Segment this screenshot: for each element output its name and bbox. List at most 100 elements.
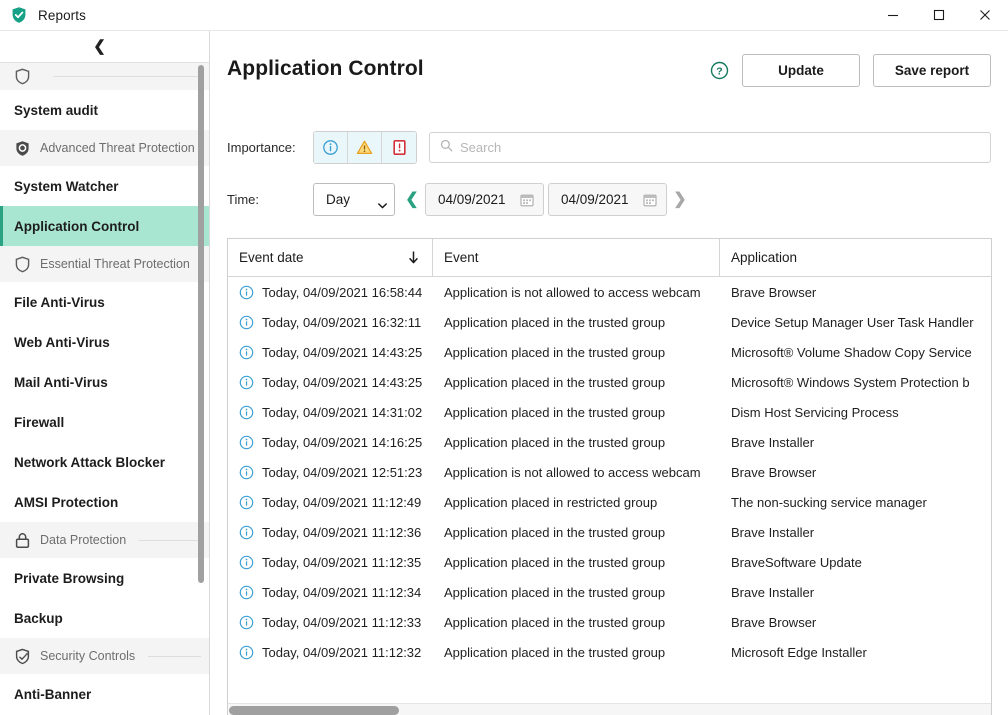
period-select[interactable]: DayWeekMonthYearAll	[313, 183, 395, 216]
sidebar-category-label: Data Protection	[40, 533, 127, 547]
chevron-left-icon: ❮	[93, 38, 106, 55]
cell-application: Microsoft® Volume Shadow Copy Service	[731, 344, 972, 360]
sidebar-item-application-control[interactable]: Application Control	[0, 206, 209, 246]
sidebar-collapse-button[interactable]: ❮	[0, 31, 209, 63]
cell-event-date: Today, 04/09/2021 11:12:33	[228, 615, 433, 630]
table-horizontal-scrollbar-thumb[interactable]	[229, 706, 399, 715]
prev-period-button[interactable]: ❮	[401, 185, 423, 215]
column-header-application[interactable]: Application	[720, 239, 991, 276]
event-date-text: Today, 04/09/2021 11:12:36	[262, 524, 422, 540]
date-to-field[interactable]: 04/09/2021	[548, 183, 667, 216]
sidebar-item-label: Backup	[14, 610, 63, 626]
event-date-text: Today, 04/09/2021 11:12:32	[262, 644, 422, 660]
minimize-button[interactable]	[870, 0, 916, 31]
info-circle-icon	[239, 315, 254, 330]
column-header-event-date[interactable]: Event date	[228, 239, 433, 276]
cell-event: Application is not allowed to access web…	[444, 464, 701, 480]
table-row[interactable]: Today, 04/09/2021 11:12:35 Application pl…	[228, 547, 991, 577]
table-row[interactable]: Today, 04/09/2021 11:12:36 Application pl…	[228, 517, 991, 547]
sidebar-scrollbar[interactable]	[198, 63, 207, 715]
column-header-label: Event date	[239, 250, 304, 265]
event-date-text: Today, 04/09/2021 14:31:02	[262, 404, 423, 420]
table-row[interactable]: Today, 04/09/2021 12:51:23 Application is…	[228, 457, 991, 487]
table-horizontal-scrollbar[interactable]	[228, 703, 991, 715]
table-row[interactable]: Today, 04/09/2021 14:43:25 Application pl…	[228, 337, 991, 367]
table-header-row: Event date Event Application	[228, 239, 991, 277]
sidebar-item-amsi-protection[interactable]: AMSI Protection	[0, 482, 209, 522]
maximize-button[interactable]	[916, 0, 962, 31]
table-row[interactable]: Today, 04/09/2021 14:43:25 Application pl…	[228, 367, 991, 397]
close-button[interactable]	[962, 0, 1008, 31]
info-circle-icon	[239, 645, 254, 660]
table-row[interactable]: Today, 04/09/2021 16:32:11 Application pl…	[228, 307, 991, 337]
time-filter-row: Time: DayWeekMonthYearAll ❮ 04/09/2021	[227, 183, 691, 216]
sidebar-item-private-browsing[interactable]: Private Browsing	[0, 558, 209, 598]
cell-event: Application placed in the trusted group	[444, 614, 666, 630]
date-to-value: 04/09/2021	[561, 192, 629, 207]
cell-event-date: Today, 04/09/2021 14:43:25	[228, 345, 433, 360]
info-circle-icon	[239, 345, 254, 360]
table-row[interactable]: Today, 04/09/2021 11:12:34 Application pl…	[228, 577, 991, 607]
cell-event: Application placed in the trusted group	[444, 374, 666, 390]
event-date-text: Today, 04/09/2021 14:16:25	[262, 434, 423, 450]
sidebar-item-file-anti-virus[interactable]: File Anti-Virus	[0, 282, 209, 322]
table-row[interactable]: Today, 04/09/2021 14:16:25 Application pl…	[228, 427, 991, 457]
search-icon	[440, 139, 453, 157]
critical-filter-button[interactable]	[382, 132, 416, 163]
window-titlebar: Reports	[0, 0, 1008, 31]
table-row[interactable]: Today, 04/09/2021 16:58:44 Application is…	[228, 277, 991, 307]
cell-event-date: Today, 04/09/2021 14:43:25	[228, 375, 433, 390]
warning-filter-button[interactable]	[348, 132, 382, 163]
calendar-icon[interactable]	[643, 193, 657, 207]
importance-label: Importance:	[227, 140, 296, 155]
sidebar-item-mail-anti-virus[interactable]: Mail Anti-Virus	[0, 362, 209, 402]
sidebar-category	[0, 63, 209, 90]
shield-icon	[14, 68, 31, 85]
cell-event-date: Today, 04/09/2021 11:12:36	[228, 525, 433, 540]
sidebar-item-label: Network Attack Blocker	[14, 454, 166, 470]
search-field[interactable]	[429, 132, 991, 163]
sidebar-item-label: System Watcher	[14, 178, 119, 194]
help-circle-icon[interactable]: ?	[710, 61, 729, 80]
search-input[interactable]	[460, 133, 980, 162]
sidebar-category: Essential Threat Protection	[0, 246, 209, 282]
info-filter-button[interactable]	[314, 132, 348, 163]
sidebar-item-label: Anti-Banner	[14, 686, 92, 702]
sidebar-item-web-anti-virus[interactable]: Web Anti-Virus	[0, 322, 209, 362]
cell-event: Application placed in the trusted group	[444, 524, 666, 540]
next-period-button[interactable]: ❯	[669, 185, 691, 215]
cell-event: Application placed in restricted group	[444, 494, 658, 510]
sidebar-item-network-attack-blocker[interactable]: Network Attack Blocker	[0, 442, 209, 482]
update-button[interactable]: Update	[742, 54, 860, 87]
date-from-field[interactable]: 04/09/2021	[425, 183, 544, 216]
sidebar-category-label: Security Controls	[40, 649, 136, 663]
sidebar-scrollbar-thumb[interactable]	[198, 65, 204, 583]
cell-application: The non-sucking service manager	[731, 494, 927, 510]
event-date-text: Today, 04/09/2021 16:32:11	[262, 314, 422, 330]
date-from-value: 04/09/2021	[438, 192, 506, 207]
cell-event-date: Today, 04/09/2021 11:12:35	[228, 555, 433, 570]
sidebar-item-system-audit[interactable]: System audit	[0, 90, 209, 130]
table-row[interactable]: Today, 04/09/2021 14:31:02 Application pl…	[228, 397, 991, 427]
cell-event: Application placed in the trusted group	[444, 644, 666, 660]
table-row[interactable]: Today, 04/09/2021 11:12:32 Application pl…	[228, 637, 991, 667]
sidebar-item-anti-banner[interactable]: Anti-Banner	[0, 674, 209, 714]
lock-icon	[14, 532, 31, 549]
cell-event: Application is not allowed to access web…	[444, 284, 701, 300]
cell-event: Application placed in the trusted group	[444, 584, 666, 600]
calendar-icon[interactable]	[520, 193, 534, 207]
column-header-event[interactable]: Event	[433, 239, 720, 276]
table-row[interactable]: Today, 04/09/2021 11:12:49 Application pl…	[228, 487, 991, 517]
arrow-down-icon	[409, 250, 418, 265]
svg-text:?: ?	[716, 65, 722, 77]
events-table: Event date Event Application Today, 04/0…	[227, 238, 992, 715]
sidebar-item-system-watcher[interactable]: System Watcher	[0, 166, 209, 206]
sidebar-item-backup[interactable]: Backup	[0, 598, 209, 638]
event-date-text: Today, 04/09/2021 11:12:49	[262, 494, 422, 510]
save-report-button[interactable]: Save report	[873, 54, 991, 87]
info-circle-icon	[239, 525, 254, 540]
sidebar-item-firewall[interactable]: Firewall	[0, 402, 209, 442]
sidebar-item-label: File Anti-Virus	[14, 294, 105, 310]
header-actions: ? Update Save report	[710, 54, 991, 87]
table-row[interactable]: Today, 04/09/2021 11:12:33 Application pl…	[228, 607, 991, 637]
